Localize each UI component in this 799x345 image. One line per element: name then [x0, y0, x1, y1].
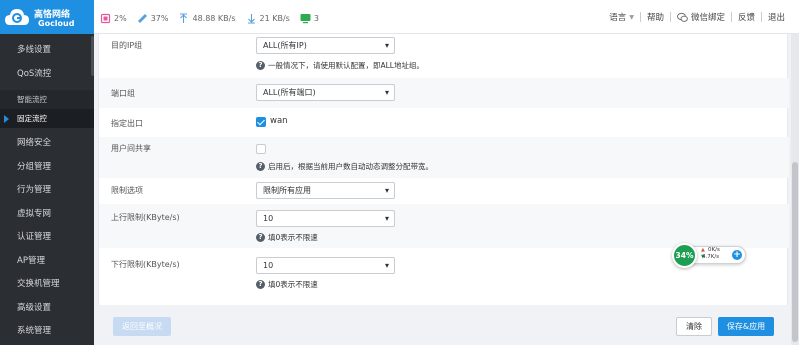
sidebar-item-advanced[interactable]: 高级设置 — [0, 297, 94, 321]
monitor-icon — [300, 13, 311, 23]
download-arrow-icon — [247, 13, 255, 24]
sidebar-item-vpn[interactable]: 虚拟专网 — [0, 203, 94, 227]
cpu-stat: 2% — [100, 13, 127, 24]
dst-ip-group-hint: ? 一般情况下，请使用默认配置，即ALL地址组。 — [256, 60, 424, 71]
top-bar: 高恪网络 Gocloud 2% 37% 48.88 KB/s 21 KB/s 3… — [0, 0, 799, 34]
top-links: 语言 ▼ 帮助 微信绑定 反馈 退出 — [603, 11, 791, 23]
screen-count: 3 — [313, 13, 319, 23]
screen-stat: 3 — [300, 13, 319, 24]
user-share-hint: ? 启用后，根据当前用户数自动动态调整分配带宽。 — [256, 161, 433, 172]
up-limit-hint-text: 填0表示不限速 — [268, 233, 318, 242]
row-port-group: 端口组 ALL(所有端口) — [99, 78, 789, 108]
feedback-link[interactable]: 反馈 — [732, 11, 761, 23]
cloud-logo-icon — [5, 9, 29, 25]
wechat-icon — [677, 12, 688, 22]
sidebar: 多线设置 QoS流控 智能流控 固定流控 网络安全 分组管理 行为管理 虚拟专网… — [0, 34, 94, 345]
plus-icon[interactable]: + — [732, 250, 742, 260]
user-share-checkbox[interactable] — [256, 144, 266, 154]
down-limit-hint-text: 填0表示不限速 — [268, 280, 318, 289]
dst-ip-group-hint-text: 一般情况下，请使用默认配置，即ALL地址组。 — [268, 61, 424, 70]
memory-icon — [137, 13, 147, 23]
wechat-label: 微信绑定 — [690, 13, 725, 23]
language-label: 语言 — [609, 13, 627, 23]
sidebar-item-qos[interactable]: QoS流控 — [0, 63, 94, 87]
back-to-overview-button[interactable]: 返回至概况 — [113, 317, 171, 336]
limit-option-select[interactable]: 限制所有应用 — [256, 182, 395, 199]
port-group-label: 端口组 — [111, 89, 135, 98]
limit-option-label: 限制选项 — [111, 186, 143, 195]
download-value: 21 KB/s — [259, 13, 290, 23]
row-up-limit: 上行限制(KByte/s) 10 ? 填0表示不限速 — [99, 204, 789, 248]
wechat-bind-link[interactable]: 微信绑定 — [671, 11, 731, 23]
up-limit-hint: ? 填0表示不限速 — [256, 232, 318, 243]
sidebar-item-ap[interactable]: AP管理 — [0, 250, 94, 274]
save-apply-button[interactable]: 保存&应用 — [718, 317, 774, 336]
speed-widget[interactable]: ▲ 0K/s ▼ 4.7K/s + 34% — [672, 243, 748, 268]
page-scrollbar[interactable] — [791, 34, 799, 345]
widget-download-value: 4.7K/s — [702, 254, 720, 260]
logout-link[interactable]: 退出 — [762, 11, 791, 23]
sidebar-item-behavior[interactable]: 行为管理 — [0, 179, 94, 203]
dst-ip-group-label: 目的IP组 — [111, 41, 143, 50]
sidebar-item-auth[interactable]: 认证管理 — [0, 226, 94, 250]
system-stats: 2% 37% 48.88 KB/s 21 KB/s 3 — [100, 11, 325, 25]
language-menu[interactable]: 语言 ▼ — [603, 11, 640, 23]
cpu-icon — [100, 13, 111, 23]
cpu-value: 2% — [114, 13, 127, 23]
help-icon: ? — [256, 280, 265, 289]
port-group-select[interactable]: ALL(所有端口) — [256, 84, 395, 101]
widget-upload-value: 0K/s — [708, 247, 720, 253]
user-share-hint-text: 启用后，根据当前用户数自动动态调整分配带宽。 — [268, 162, 433, 171]
help-icon: ? — [256, 162, 265, 171]
out-interface-label: 指定出口 — [111, 119, 143, 128]
logo[interactable]: 高恪网络 Gocloud — [0, 0, 94, 34]
widget-percent: 34% — [672, 243, 697, 268]
memory-value: 37% — [150, 13, 169, 23]
sidebar-item-smart-qos[interactable]: 智能流控 — [0, 90, 94, 109]
action-bar: 返回至概况 清除 保存&应用 — [98, 305, 788, 345]
memory-stat: 37% — [137, 13, 169, 24]
sidebar-item-switch[interactable]: 交换机管理 — [0, 273, 94, 297]
download-stat: 21 KB/s — [246, 13, 290, 24]
help-link[interactable]: 帮助 — [641, 11, 670, 23]
upload-stat: 48.88 KB/s — [178, 12, 236, 24]
brand-sub: Gocloud — [38, 19, 75, 28]
clear-button[interactable]: 清除 — [676, 317, 712, 336]
down-limit-hint: ? 填0表示不限速 — [256, 279, 318, 290]
row-out-interface: 指定出口 wan — [99, 108, 789, 137]
sidebar-item-groups[interactable]: 分组管理 — [0, 156, 94, 180]
sidebar-item-fixed-qos[interactable]: 固定流控 — [0, 109, 94, 128]
row-dst-ip-group: 目的IP组 ALL(所有IP) ? 一般情况下，请使用默认配置，即ALL地址组。 — [99, 34, 789, 78]
upload-value: 48.88 KB/s — [192, 13, 236, 23]
chevron-down-icon: ▼ — [629, 13, 634, 21]
dst-ip-group-select[interactable]: ALL(所有IP) — [256, 37, 395, 54]
row-user-share: 用户间共享 ? 启用后，根据当前用户数自动动态调整分配带宽。 — [99, 137, 789, 178]
help-icon: ? — [256, 61, 265, 70]
upload-arrow-icon: ▲ — [701, 247, 705, 253]
scrollbar-thumb[interactable] — [792, 162, 798, 342]
wan-checkbox[interactable] — [256, 117, 266, 127]
up-limit-label: 上行限制(KByte/s) — [111, 213, 180, 222]
down-limit-select[interactable]: 10 — [256, 257, 395, 274]
wan-checkbox-label: wan — [270, 116, 288, 126]
user-share-label: 用户间共享 — [111, 144, 151, 153]
row-limit-option: 限制选项 限制所有应用 — [99, 178, 789, 204]
sidebar-item-security[interactable]: 网络安全 — [0, 132, 94, 156]
sidebar-item-system[interactable]: 系统管理 — [0, 320, 94, 344]
upload-arrow-icon — [180, 12, 188, 23]
up-limit-select[interactable]: 10 — [256, 210, 395, 227]
down-limit-label: 下行限制(KByte/s) — [111, 260, 180, 269]
sidebar-item-multiline[interactable]: 多线设置 — [0, 39, 94, 63]
help-icon: ? — [256, 233, 265, 242]
